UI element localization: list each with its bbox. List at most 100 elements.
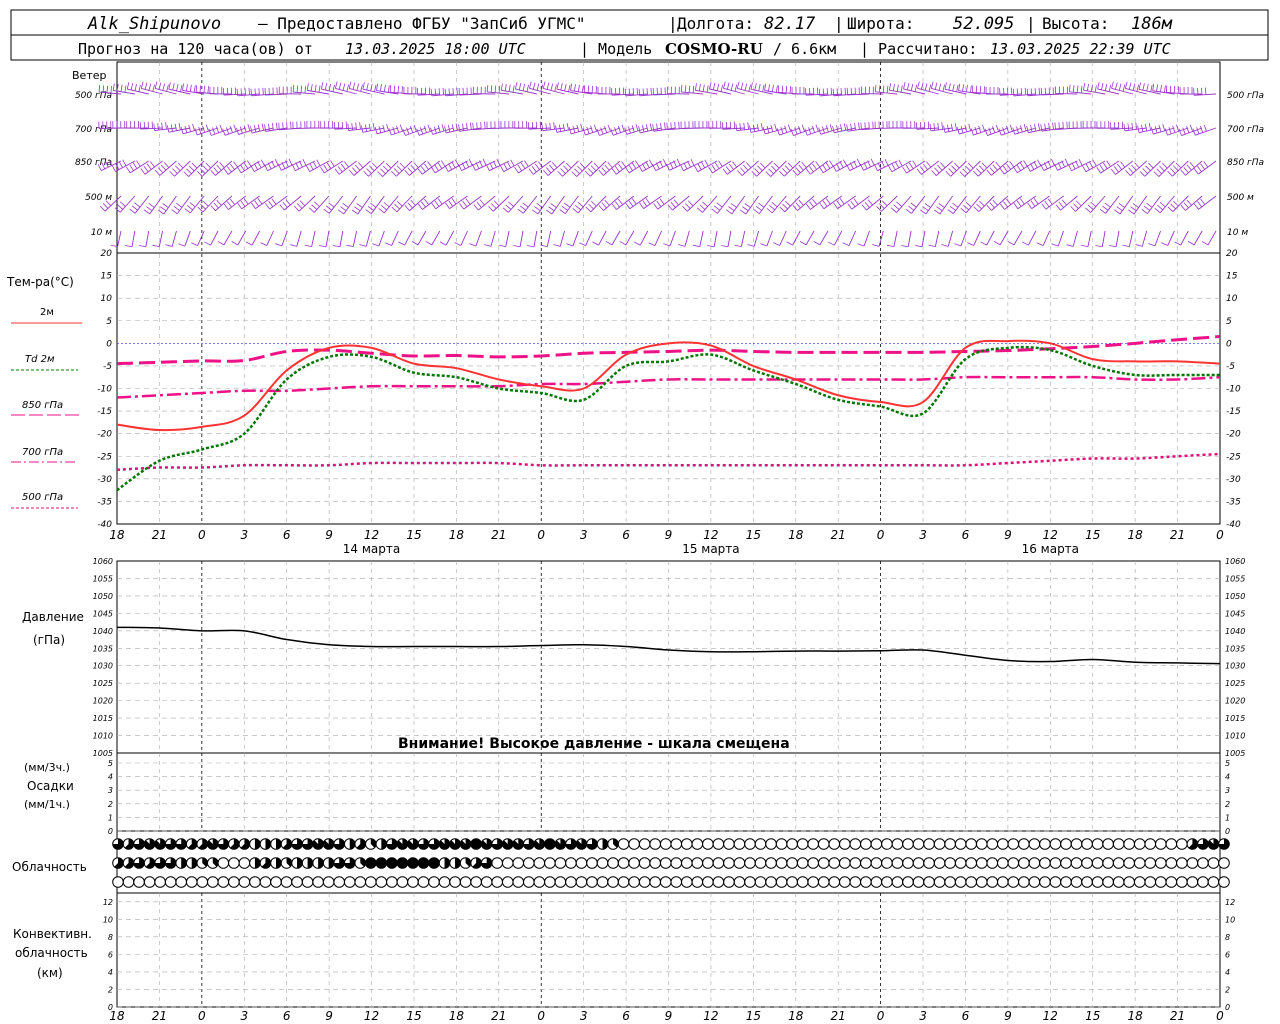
cloud-cover-symbol [554,876,567,888]
cloud-circle [902,838,914,850]
wind-barb-feather [378,208,385,214]
wind-barb [566,230,579,247]
wind-barb [458,122,482,132]
wind-barb-feather [275,243,282,247]
wind-barb-feather [111,165,116,172]
wind-barb-feather [340,206,347,211]
cloud-circle [354,876,367,888]
wind-barb-feather [712,82,716,90]
wind-barb-feather [1090,201,1097,207]
wind-barb-feather [1200,198,1206,205]
cloud-circle [459,876,472,888]
wind-barb-feather [992,126,996,133]
wind-barb-feather [850,200,856,208]
cloud-circle [849,876,862,888]
conv-tick-label-right: 0 [1225,1003,1230,1012]
cloud-fill-sector [444,857,450,869]
wind-barb-feather [490,203,497,209]
wind-barb-feather [237,202,243,210]
wind-barb-feather [795,167,801,174]
cloud-circle [902,857,914,869]
wind-barb-feather [383,165,389,172]
wind-level-label-right: 700 гПа [1227,125,1264,135]
wind-barb-feather [758,202,765,208]
pressure-tick-label-left: 1035 [93,644,113,653]
wind-barb-feather [568,127,572,135]
wind-barb-feather [168,82,171,90]
cloud-cover-symbol [1018,838,1030,850]
wind-barb [473,195,496,211]
wind-barb [751,160,773,177]
time-tick-label-bottom: 3 [240,1009,248,1023]
cloud-cover-symbol [1123,838,1135,850]
precip-tick-label-right: 1 [1225,813,1230,822]
wind-barb-feather [314,84,317,92]
wind-barb-feather [924,83,928,91]
cloud-circle [512,876,525,888]
cloud-fill-full [397,857,408,869]
wind-barb-staff [559,230,565,247]
cloud-cover-symbol [249,876,261,888]
wind-barb-staff [727,230,732,247]
pressure-tick-label-left: 1040 [93,627,113,636]
wind-barb-feather [744,83,748,91]
cloud-cover-symbol [1112,838,1125,850]
wind-barb-feather [650,87,652,95]
cloud-circle [1207,876,1220,888]
cloud-circle [807,857,820,869]
cloud-circle [744,857,756,869]
wind-barb-feather [134,202,141,208]
wind-barb-feather [642,200,648,207]
wind-barb-feather [143,209,150,215]
wind-barb-feather [434,200,440,207]
wind-barb-staff [753,230,760,247]
wind-barb-feather [583,85,586,93]
wind-barb-feather [352,167,358,174]
wind-barb-feather [561,205,568,211]
wind-barb-feather [1197,201,1203,208]
wind-barb-feather [593,162,600,169]
cloud-cover-symbol [796,857,809,869]
wind-barb-feather [898,159,903,167]
wind-barb-feather [896,201,903,207]
wind-barb-feather [323,208,330,214]
precip-title: Осадки [27,779,74,793]
wind-barb-feather [958,83,961,91]
conv-tick-label-left: 2 [108,985,113,994]
time-tick-label: 15 [406,528,421,542]
wind-barb-feather [926,161,932,168]
wind-barb-staff [907,230,912,247]
wind-barb-feather [216,164,222,171]
cloud-circle [322,876,335,888]
wind-barb-staff [435,195,454,210]
cloud-circle [944,857,956,869]
cloud-cover-symbol [712,876,725,888]
cloud-cover-symbol [228,838,240,850]
time-tick-label-bottom: 0 [198,1009,206,1023]
time-tick-label-bottom: 9 [665,1009,673,1023]
wind-barb-staff [1017,195,1037,210]
cloud-cover-symbol [828,857,841,869]
cloud-circle [228,857,240,869]
wind-barb-staff [298,195,316,212]
wind-barb-staff [251,230,261,246]
cloud-cover-symbol [217,876,230,888]
cloud-circle [343,876,356,888]
cloud-cover-symbol [501,876,514,888]
cloud-circle [1028,876,1041,888]
pressure-tick-label-left: 1030 [93,662,113,671]
wind-barb-staff [576,160,593,177]
wind-barb-feather [936,206,943,212]
wind-barb-feather [815,124,819,132]
wind-barb-feather [223,168,229,175]
cloud-cover-symbol [860,876,872,888]
cloud-circle [828,857,841,869]
wind-barb-feather [699,204,706,210]
wind-barb-feather [404,169,410,176]
wind-barb [799,230,815,246]
cloud-cover-symbol [365,857,377,869]
wind-barb-feather [965,201,972,208]
cloud-cover-symbol [470,857,482,869]
wind-barb-feather [138,245,146,248]
cloud-circle [870,838,883,850]
